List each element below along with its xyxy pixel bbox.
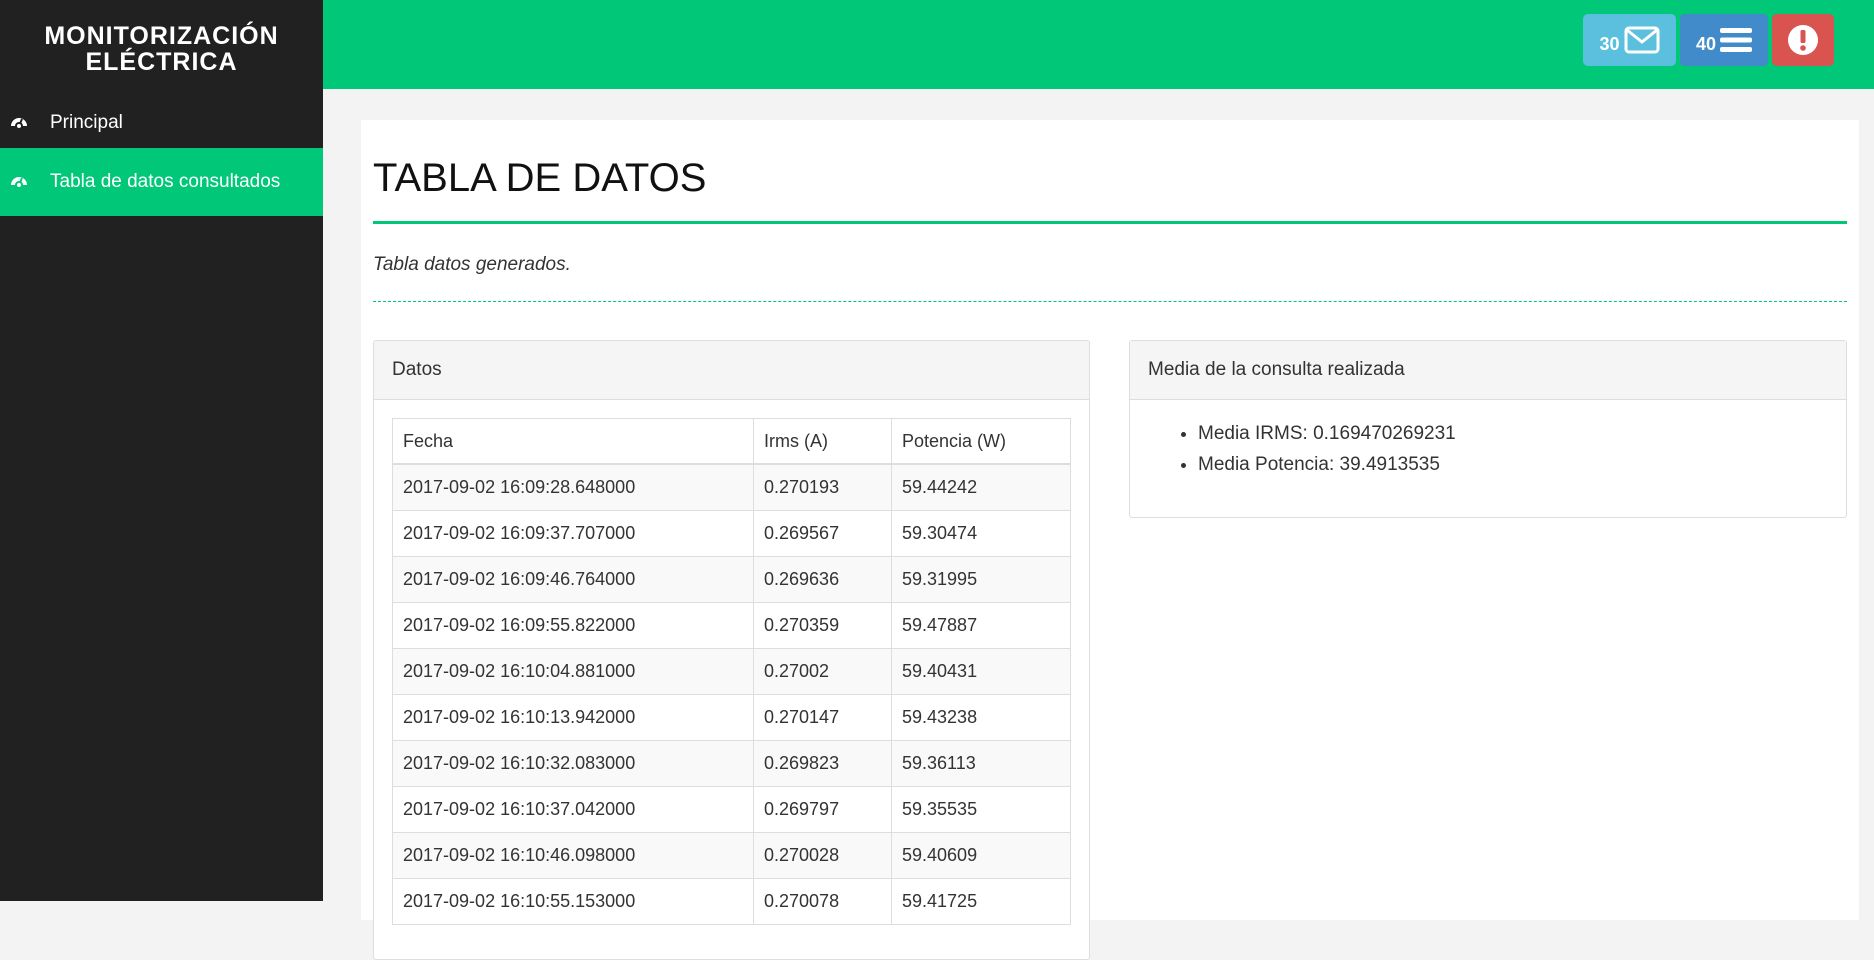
cell-potencia: 59.40431 <box>891 648 1071 695</box>
cell-fecha: 2017-09-02 16:10:46.098000 <box>392 832 754 879</box>
cell-irms: 0.270147 <box>753 694 892 741</box>
cell-potencia: 59.36113 <box>891 740 1071 787</box>
cell-potencia: 59.44242 <box>891 463 1071 511</box>
dashboard-icon <box>10 113 30 133</box>
cell-fecha: 2017-09-02 16:10:55.153000 <box>392 878 754 925</box>
cell-fecha: 2017-09-02 16:10:32.083000 <box>392 740 754 787</box>
cell-fecha: 2017-09-02 16:10:13.942000 <box>392 694 754 741</box>
cell-fecha: 2017-09-02 16:09:46.764000 <box>392 556 754 603</box>
datos-panel: Datos Fecha Irms (A) Potencia (W) 2017-0… <box>373 340 1090 960</box>
messages-button[interactable]: 30 <box>1583 14 1676 66</box>
cell-irms: 0.269823 <box>753 740 892 787</box>
cell-irms: 0.270078 <box>753 878 892 925</box>
cell-potencia: 59.31995 <box>891 556 1071 603</box>
panel-heading: Media de la consulta realizada <box>1130 341 1846 400</box>
table-row: 2017-09-02 16:09:46.764000 0.269636 59.319… <box>392 556 1071 603</box>
cell-irms: 0.269567 <box>753 510 892 557</box>
topbar-buttons: 30 40 <box>1583 14 1834 66</box>
exclamation-icon <box>1788 25 1818 55</box>
table-row: 2017-09-02 16:10:46.098000 0.270028 59.406… <box>392 832 1071 879</box>
cell-irms: 0.270028 <box>753 832 892 879</box>
media-list: Media IRMS: 0.169470269231 Media Potenci… <box>1130 418 1846 480</box>
cell-irms: 0.269797 <box>753 786 892 833</box>
cell-potencia: 59.40609 <box>891 832 1071 879</box>
table-row: 2017-09-02 16:10:13.942000 0.270147 59.432… <box>392 694 1071 741</box>
sidebar-item-principal[interactable]: Principal <box>0 98 323 148</box>
table-row: 2017-09-02 16:10:32.083000 0.269823 59.361… <box>392 740 1071 787</box>
sidebar-item-label: Tabla de datos consultados <box>50 171 281 192</box>
cell-fecha: 2017-09-02 16:10:04.881000 <box>392 648 754 695</box>
messages-count: 30 <box>1599 33 1620 54</box>
cell-potencia: 59.47887 <box>891 602 1071 649</box>
cell-potencia: 59.35535 <box>891 786 1071 833</box>
cell-irms: 0.270359 <box>753 602 892 649</box>
tasks-button[interactable]: 40 <box>1680 14 1768 66</box>
column-header-potencia: Potencia (W) <box>891 418 1071 465</box>
cell-potencia: 59.30474 <box>891 510 1071 557</box>
tasks-count: 40 <box>1695 33 1717 54</box>
column-header-fecha: Fecha <box>392 418 754 465</box>
cell-fecha: 2017-09-02 16:09:37.707000 <box>392 510 754 557</box>
column-header-irms: Irms (A) <box>753 418 892 465</box>
table-row: 2017-09-02 16:09:28.648000 0.270193 59.442… <box>392 463 1071 511</box>
page-title: TABLA DE DATOS <box>373 156 707 200</box>
main-content: TABLA DE DATOS Tabla datos generados. Da… <box>361 120 1859 960</box>
panel-heading: Datos <box>374 341 1089 400</box>
datos-table: Fecha Irms (A) Potencia (W) 2017-09-02 1… <box>392 418 1071 925</box>
topbar: 30 40 <box>323 0 1874 89</box>
media-irms-item: Media IRMS: 0.169470269231 <box>1198 418 1846 449</box>
sidebar-item-tabla-datos[interactable]: Tabla de datos consultados <box>0 148 323 216</box>
cell-fecha: 2017-09-02 16:09:28.648000 <box>392 463 754 511</box>
list-icon <box>1720 28 1753 52</box>
table-header-row: Fecha Irms (A) Potencia (W) <box>392 418 1071 465</box>
title-divider <box>373 221 1847 224</box>
cell-fecha: 2017-09-02 16:10:37.042000 <box>392 786 754 833</box>
cell-irms: 0.269636 <box>753 556 892 603</box>
cell-irms: 0.270193 <box>753 463 892 511</box>
dashed-divider <box>373 301 1847 302</box>
cell-potencia: 59.43238 <box>891 694 1071 741</box>
sidebar: MONITORIZACIÓN ELÉCTRICA Principal Tabla… <box>0 0 323 901</box>
page-subtitle: Tabla datos generados. <box>373 254 571 275</box>
brand-title: MONITORIZACIÓN ELÉCTRICA <box>44 22 279 76</box>
cell-fecha: 2017-09-02 16:09:55.822000 <box>392 602 754 649</box>
table-row: 2017-09-02 16:09:55.822000 0.270359 59.478… <box>392 602 1071 649</box>
media-panel: Media de la consulta realizada Media IRM… <box>1129 340 1847 518</box>
table-row: 2017-09-02 16:10:37.042000 0.269797 59.355… <box>392 786 1071 833</box>
media-potencia-item: Media Potencia: 39.4913535 <box>1198 449 1846 480</box>
dashboard-icon <box>10 172 30 192</box>
cell-irms: 0.27002 <box>753 648 892 695</box>
table-row: 2017-09-02 16:09:37.707000 0.269567 59.304… <box>392 510 1071 557</box>
table-row: 2017-09-02 16:10:55.153000 0.270078 59.417… <box>392 878 1071 925</box>
cell-potencia: 59.41725 <box>891 878 1071 925</box>
sidebar-item-label: Principal <box>50 112 123 133</box>
envelope-icon <box>1624 26 1660 54</box>
alerts-button[interactable] <box>1772 14 1834 66</box>
table-row: 2017-09-02 16:10:04.881000 0.27002 59.4043… <box>392 648 1071 695</box>
